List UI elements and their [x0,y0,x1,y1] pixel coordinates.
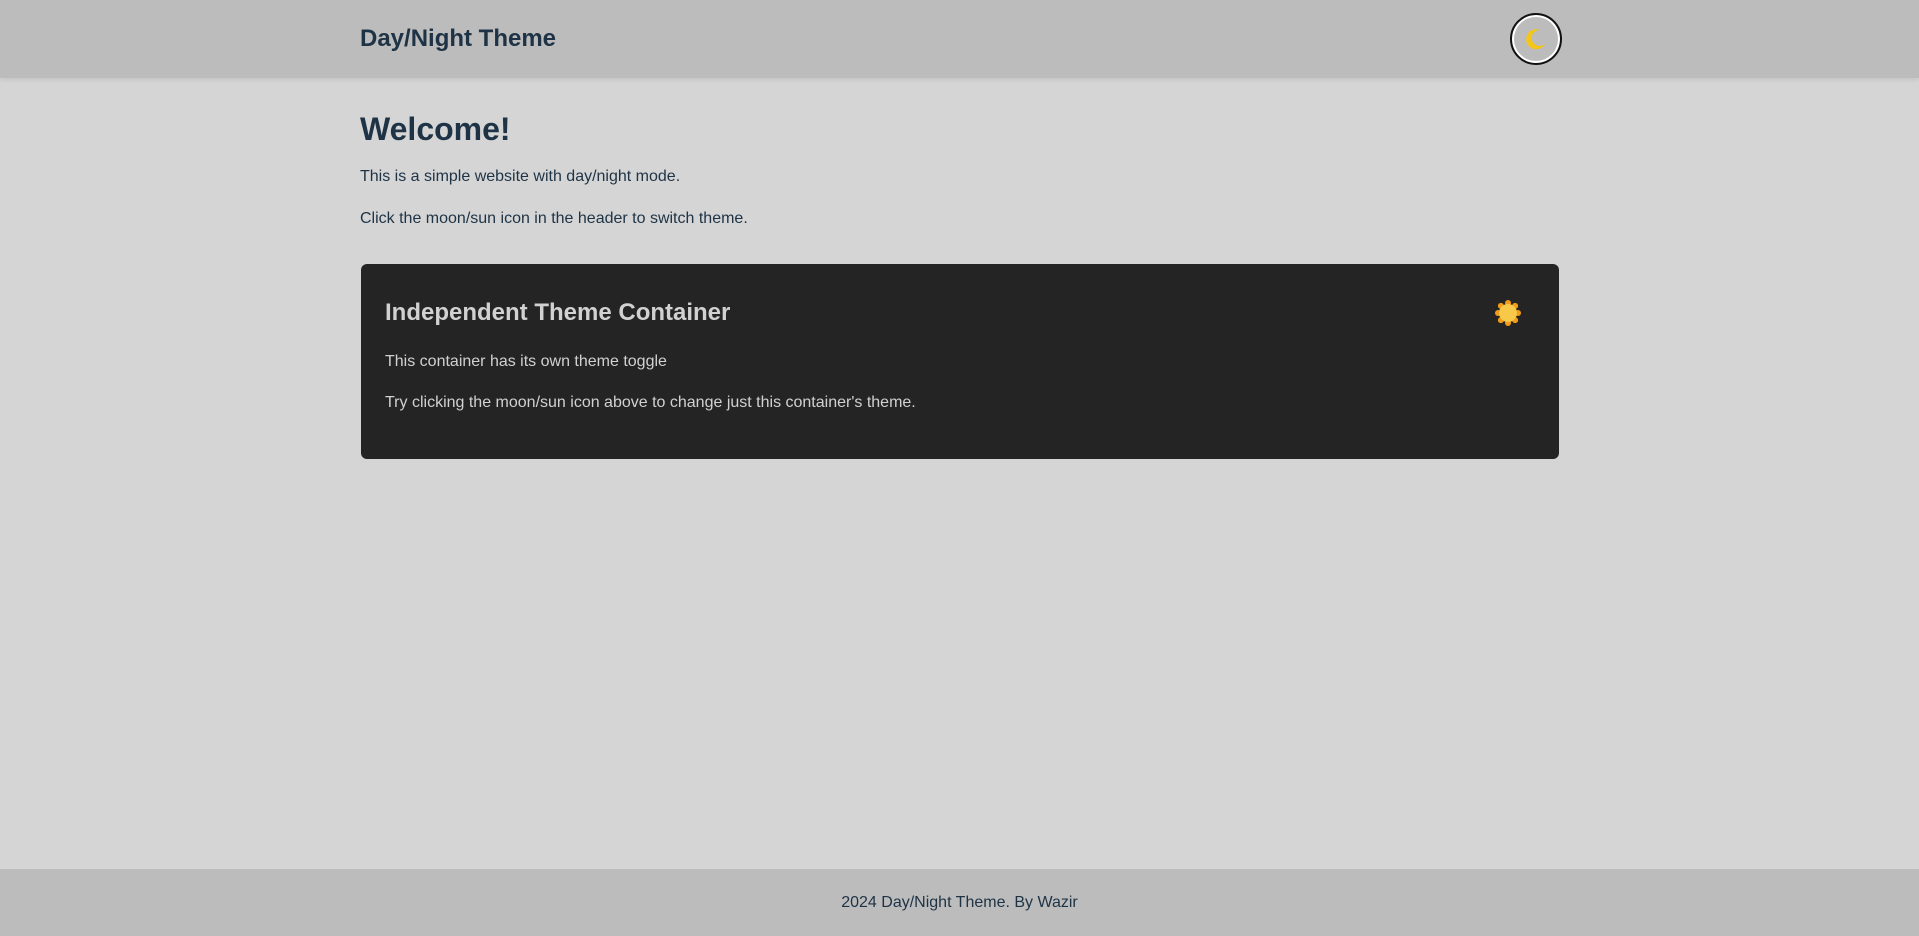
sun-icon [1495,300,1521,326]
moon-icon [1526,29,1545,50]
welcome-heading: Welcome! [360,111,511,147]
card-theme-toggle-button[interactable] [1494,299,1522,327]
independent-theme-container: Independent Theme Container This contain… [361,264,1559,459]
site-header: Day/Night Theme [0,0,1919,78]
site-title: Day/Night Theme [360,25,557,52]
intro-paragraph: This is a simple website with day/night … [360,168,681,185]
card-instruction-paragraph: Try clicking the moon/sun icon above to … [385,394,916,411]
header-theme-toggle-button[interactable] [1510,13,1562,65]
card-paragraph: This container has its own theme toggle [385,353,667,370]
footer-text: 2024 Day/Night Theme. By Wazir [841,893,1078,911]
card-title: Independent Theme Container [385,299,731,326]
site-footer: 2024 Day/Night Theme. By Wazir [0,869,1919,936]
instruction-paragraph: Click the moon/sun icon in the header to… [360,210,748,227]
